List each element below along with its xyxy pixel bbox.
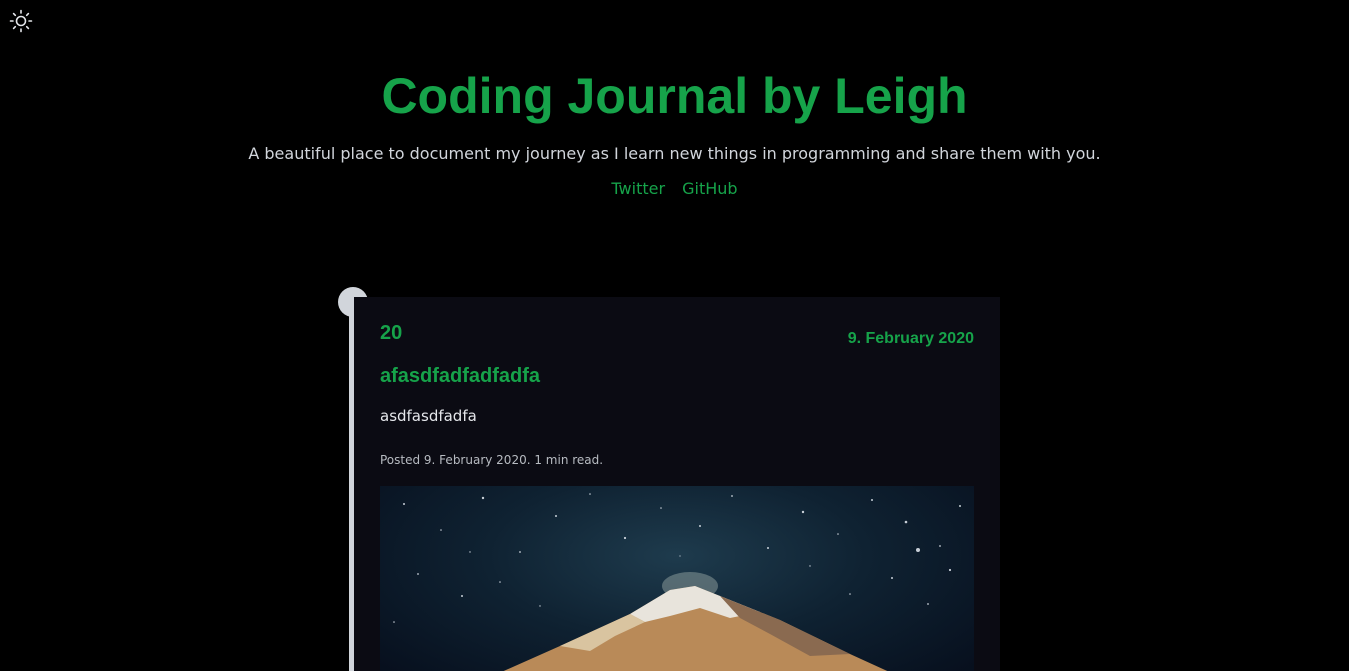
twitter-link[interactable]: Twitter xyxy=(611,179,665,198)
site-title[interactable]: Coding Journal by Leigh xyxy=(0,66,1349,126)
post-title[interactable]: afasdfadfadfadfa xyxy=(380,365,540,388)
post-card[interactable]: 20 9. February 2020 afasdfadfadfadfa asd… xyxy=(354,297,1000,671)
post-meta: Posted 9. February 2020. 1 min read. xyxy=(380,453,604,467)
post-cover-image[interactable] xyxy=(380,486,974,671)
post-date: 9. February 2020 xyxy=(847,330,974,347)
post-excerpt: asdfasdfadfa xyxy=(380,407,477,425)
post-number: 20 xyxy=(380,322,403,344)
sun-icon xyxy=(9,9,33,33)
theme-toggle-button[interactable] xyxy=(9,9,33,33)
social-links: Twitter GitHub xyxy=(0,179,1349,199)
github-link[interactable]: GitHub xyxy=(682,179,737,198)
site-description: A beautiful place to document my journey… xyxy=(248,144,1101,163)
